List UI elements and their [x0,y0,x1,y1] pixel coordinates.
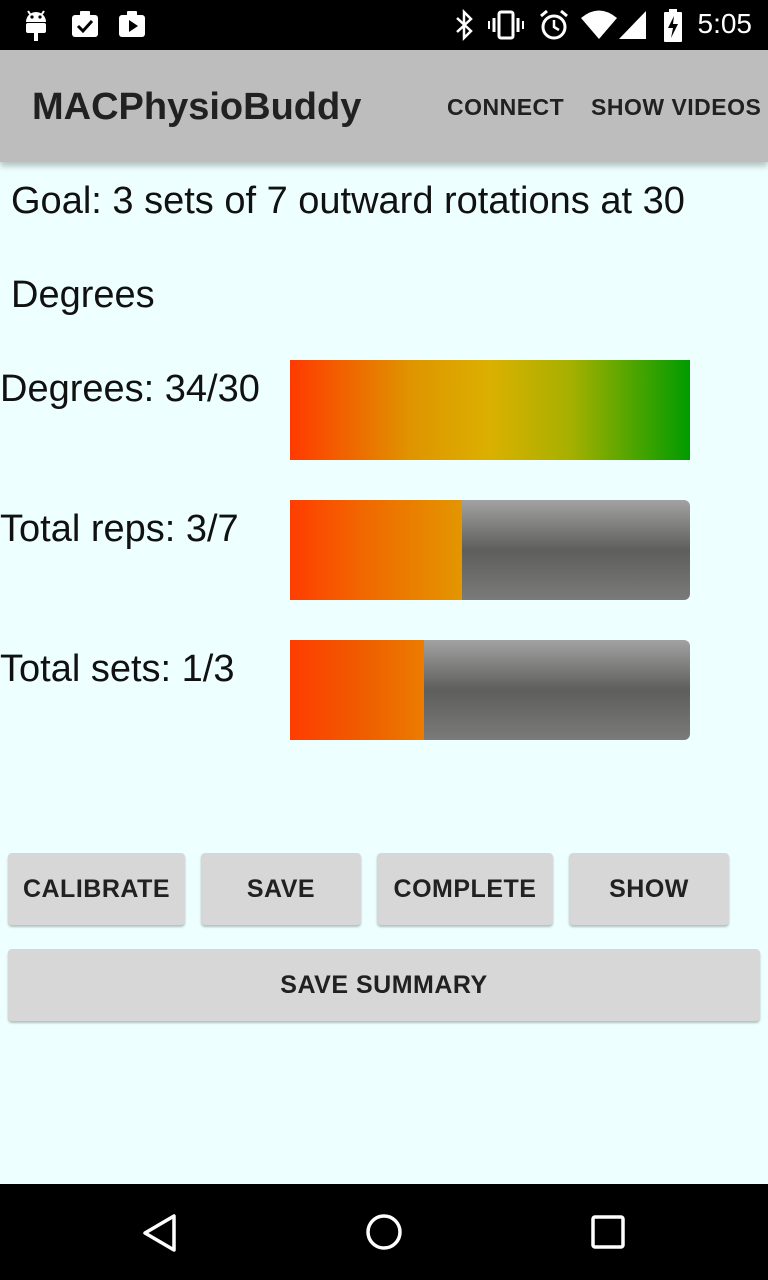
home-icon[interactable] [364,1212,404,1252]
bluetooth-icon [456,9,473,41]
app-title: MACPhysioBuddy [32,86,362,128]
goal-text-continued: Degrees [11,274,155,316]
play-store-icon [119,11,145,37]
app-bar: MACPhysioBuddy CONNECT SHOW VIDEOS [0,50,768,162]
save-summary-button[interactable]: SAVE SUMMARY [8,949,760,1021]
sets-progress-fill [290,640,424,740]
alarm-icon [540,9,568,40]
wifi-icon [581,10,617,39]
sets-label: Total sets: 1/3 [0,648,235,690]
cell-signal-icon [619,11,646,39]
battery-icon [664,9,682,42]
status-time: 5:05 [697,8,753,39]
save-button[interactable]: SAVE [201,853,361,925]
reps-label: Total reps: 3/7 [0,508,239,550]
reps-progress-bar [290,500,690,600]
degrees-progress-fill [290,360,690,460]
show-videos-action[interactable]: SHOW VIDEOS [591,94,761,121]
vibrate-icon [488,10,524,40]
clipboard-check-icon [72,11,98,37]
reps-progress-fill [290,500,462,600]
sets-progress-bar [290,640,690,740]
complete-button[interactable]: COMPLETE [377,853,553,925]
show-button[interactable]: SHOW [569,853,729,925]
back-icon[interactable] [140,1213,180,1253]
degrees-label: Degrees: 34/30 [0,368,260,410]
status-bar: 5:05 [0,0,768,50]
navigation-bar [0,1184,768,1280]
calibrate-button[interactable]: CALIBRATE [8,853,185,925]
goal-text: Goal: 3 sets of 7 outward rotations at 3… [11,180,685,222]
recents-icon[interactable] [590,1214,626,1250]
connect-action[interactable]: CONNECT [447,94,564,121]
degrees-progress-bar [290,360,690,460]
android-icon [26,10,46,41]
